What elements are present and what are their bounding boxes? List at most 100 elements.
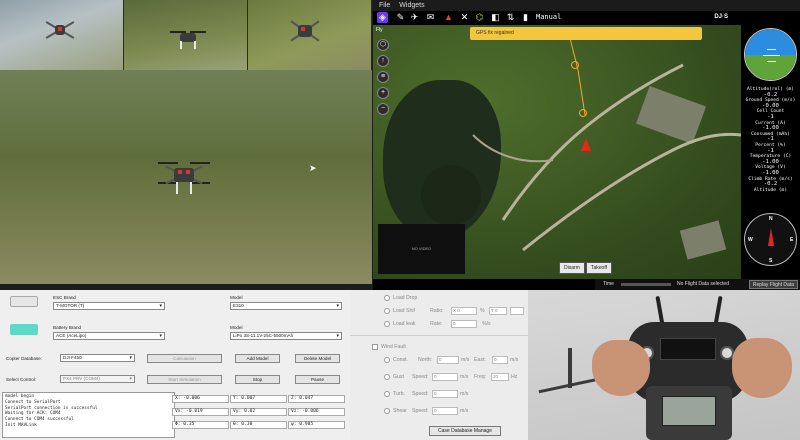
flight-mode[interactable]: Manual [536,12,561,23]
turb-speed-input[interactable]: 0 [432,390,458,398]
state-psi: ψ: 0.985 [288,421,345,429]
waypoint-marker[interactable] [571,61,579,69]
simulator-view: ➤ [0,0,372,284]
ratio-t-input[interactable]: T 0 [489,307,507,315]
stop-button[interactable]: Stop [235,375,280,384]
turb-radio[interactable] [384,391,390,397]
app-logo-icon[interactable]: ◈ [377,12,388,23]
load-drop-radio[interactable] [384,295,390,301]
east-input[interactable]: 0 [492,356,508,364]
disarm-button[interactable]: Disarm [559,262,585,274]
battery-model-select[interactable]: LiPo 3S-11.1V-25C-5500mAh [230,332,342,340]
state-z: Z: 0.047 [288,395,345,403]
ratio-x-input[interactable]: X 0 [451,307,477,315]
load-leak-radio[interactable] [384,321,390,327]
shear-speed-label: Speed: [412,408,429,414]
right-hand [732,338,792,398]
gust-label: Gust [393,374,404,380]
freq-input[interactable]: 20 [491,373,509,381]
config-panel: ESC Brand T-MOTOR (T) Model E310 Battery… [0,290,350,440]
esc-brand-select[interactable]: T-MOTOR (T) [53,302,165,310]
load-leak-label: Load leak [393,321,416,327]
map-tool-icon[interactable]: ⬡ [377,39,389,51]
copter-database-label: Copter Database: [6,356,43,361]
add-model-button[interactable]: Add Model [235,354,280,363]
drone-main [156,158,212,198]
esc-model-select[interactable]: E310 [230,302,342,310]
select-control-select[interactable]: PX4 PRV (COM4) [60,375,135,383]
north-unit: m/s [461,357,470,363]
shear-speed-unit: m/s [460,408,469,414]
map-view[interactable]: GPS fix regained Fly ⬡ ↑ ≡ + − NO VIDEO … [373,25,741,279]
menu-bar: File Widgets [373,0,800,11]
battery-brand-label: Battery Brand [53,325,82,330]
zoom-in-icon[interactable]: + [377,87,389,99]
gust-radio[interactable] [384,374,390,380]
shear-radio[interactable] [384,408,390,414]
drone-cam2 [170,28,206,50]
pause-button[interactable]: Pause [295,375,340,384]
log-output[interactable]: model begin Connect to SerialPort Serial… [2,392,175,438]
replay-slider[interactable] [621,283,671,286]
ground-control-station: File Widgets ◈ ✎ ✈ ✉ ▲ ✕ ⌬ ◧ ⇅ ▮ Manual … [373,0,800,290]
calculation-button[interactable]: Calculation [147,354,222,363]
status-time: Time [603,281,614,287]
state-vy: Vy: 0.02 [230,408,287,416]
battery-icon[interactable]: ▮ [520,12,531,23]
turb-speed-unit: m/s [460,391,469,397]
takeoff-icon[interactable]: ↑ [377,55,389,67]
north-input[interactable]: 0 [437,356,459,364]
wind-fault-label: Wind Fault [381,344,406,350]
load-drop-label: Load Drop [393,295,418,301]
state-theta: θ: 0.38 [230,421,287,429]
waypoint-marker[interactable] [579,109,587,117]
rate-unit: %/s [482,321,491,327]
menu-file[interactable]: File [379,2,390,9]
menu-widgets[interactable]: Widgets [399,2,424,9]
instrument-panel: Altitude(rel) (m) -0.2 Ground Speed (m/s) -… [741,25,800,279]
warning-icon[interactable]: ▲ [443,12,454,23]
brand-logo: DJ·S [714,14,728,20]
gps-icon[interactable]: ⌬ [474,12,485,23]
const-radio[interactable] [384,357,390,363]
fly-icon[interactable]: ✈ [409,12,420,23]
left-hand [592,340,650,396]
state-vx: Vx: -0.019 [172,408,229,416]
battery-brand-select[interactable]: ACE (AceLipo) [53,332,165,340]
north-label: North: [418,357,433,363]
telemetry-values: Altitude(rel) (m) -0.2 Ground Speed (m/s) -… [741,87,800,193]
drone-cam3 [285,14,325,50]
load-shift-radio[interactable] [384,308,390,314]
vehicle-icon[interactable]: ✕ [459,12,470,23]
battery-model-label: Model [230,325,243,330]
video-preview[interactable]: NO VIDEO [378,224,465,274]
turb-label: Turb. [393,391,405,397]
case-database-manage-button[interactable]: Case Database Manage [429,426,501,436]
state-phi: Φ: 0.35 [172,421,229,429]
shear-speed-input[interactable]: 0 [432,407,458,415]
ratio-extra-input[interactable] [510,307,524,315]
instrument-label: Altitude (m) [753,187,788,193]
vehicle-arrow-icon[interactable] [581,138,591,151]
wind-fault-checkbox[interactable] [372,344,378,350]
replay-flight-data-button[interactable]: Replay Flight Data [748,280,798,289]
rate-input[interactable]: 0 [451,320,477,328]
zoom-out-icon[interactable]: − [377,103,389,115]
layers-icon[interactable]: ≡ [377,71,389,83]
delete-model-button[interactable]: Delete Model [295,354,340,363]
gcs-toolbar: ◈ ✎ ✈ ✉ ▲ ✕ ⌬ ◧ ⇅ ▮ Manual DJ·S [373,11,800,25]
fly-label: Fly [376,27,383,33]
plan-icon[interactable]: ✎ [395,12,406,23]
messages-icon[interactable]: ✉ [425,12,436,23]
copter-database-select[interactable]: DJI F450 [60,354,135,362]
freq-label: Freq: [474,374,487,380]
state-x: X: -0.006 [172,395,229,403]
rc-signal-icon[interactable]: ◧ [490,12,501,23]
rate-label: Rate: [430,321,443,327]
start-simulation-button[interactable]: Start Simulation [147,375,222,384]
takeoff-button[interactable]: Takeoff [586,262,613,274]
log-line: Init MAVLink [5,422,37,428]
telemetry-icon[interactable]: ⇅ [505,12,516,23]
gust-speed-input[interactable]: 0 [432,373,458,381]
mouse-cursor-icon: ➤ [309,163,317,173]
